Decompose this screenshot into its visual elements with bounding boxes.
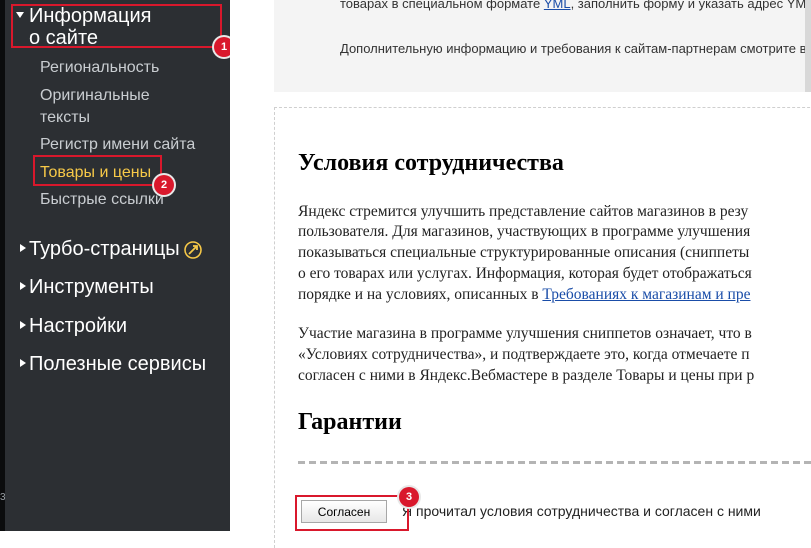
clipped-text-line [298, 458, 811, 466]
shop-requirements-link[interactable]: Требованиях к магазинам и пре [542, 286, 750, 303]
caret-right-icon [20, 244, 26, 252]
section-useful-services[interactable]: Полезные сервисы [29, 353, 206, 375]
stripe-number: 3 [0, 492, 5, 503]
notice-line-1: товарах в специальном формате YML, запол… [340, 0, 811, 12]
info-notice-box: товарах в специальном формате YML, запол… [274, 0, 811, 92]
sidebar-item-quick-links[interactable]: Быстрые ссылки [40, 189, 164, 211]
main-content: товарах в специальном формате YML, запол… [230, 0, 811, 548]
agree-label: Я прочитал условия сотрудничества и согл… [402, 503, 761, 519]
paragraph-line: Яндекс стремится улучшить представление … [298, 203, 749, 220]
section-turbo-pages[interactable]: Турбо-страницы [29, 238, 180, 260]
section-tools[interactable]: Инструменты [29, 276, 154, 298]
highlight-box-info-section [11, 4, 222, 48]
notice-line-2: Дополнительную информацию и требования к… [340, 41, 811, 57]
paragraph-line: согласен с ними в Яндекс.Вебмастере в ра… [298, 367, 755, 384]
sidebar-item-original-texts-line2[interactable]: тексты [40, 107, 90, 129]
caret-right-icon [20, 282, 26, 290]
notice-text: , заполнить форму и указать адрес YML- [570, 0, 811, 11]
scrollbar[interactable] [805, 0, 811, 92]
sidebar-item-site-name-case[interactable]: Регистр имени сайта [40, 134, 195, 156]
left-edge-stripe [0, 0, 5, 531]
paragraph-line: пользователя. Для магазинов, участвующих… [298, 223, 751, 240]
sidebar-item-original-texts[interactable]: Оригинальные [40, 85, 150, 107]
caret-right-icon [20, 359, 26, 367]
highlight-box-agree-button [295, 495, 409, 531]
step-badge-3: 3 [399, 487, 419, 507]
highlight-box-goods-and-prices [33, 155, 162, 186]
notice-text: Дополнительную информацию и требования к… [340, 41, 811, 56]
heading-terms: Условия сотрудничества [298, 150, 564, 176]
rocket-icon [184, 241, 202, 259]
paragraph-text: порядке и на условиях, описанных в [298, 286, 543, 303]
section-settings[interactable]: Настройки [29, 315, 127, 337]
paragraph-line: «Условиях сотрудничества», и подтверждае… [298, 346, 750, 363]
notice-text: товарах в специальном формате [340, 0, 544, 11]
paragraph-line: показываться специальные структурированн… [298, 244, 750, 261]
paragraph-line: порядке и на условиях, описанных в Требо… [298, 285, 750, 306]
step-badge-2: 2 [154, 175, 174, 195]
paragraph-line: Участие магазина в программе улучшения с… [298, 325, 752, 342]
heading-guarantees: Гарантии [298, 409, 402, 435]
yml-link[interactable]: YML [544, 0, 571, 11]
sidebar: 3 Информация о сайте Региональность Ориг… [0, 0, 234, 531]
sidebar-item-regionality[interactable]: Региональность [40, 57, 159, 79]
paragraph-line: о его товарах или услугах. Информация, к… [298, 265, 752, 282]
caret-right-icon [20, 321, 26, 329]
